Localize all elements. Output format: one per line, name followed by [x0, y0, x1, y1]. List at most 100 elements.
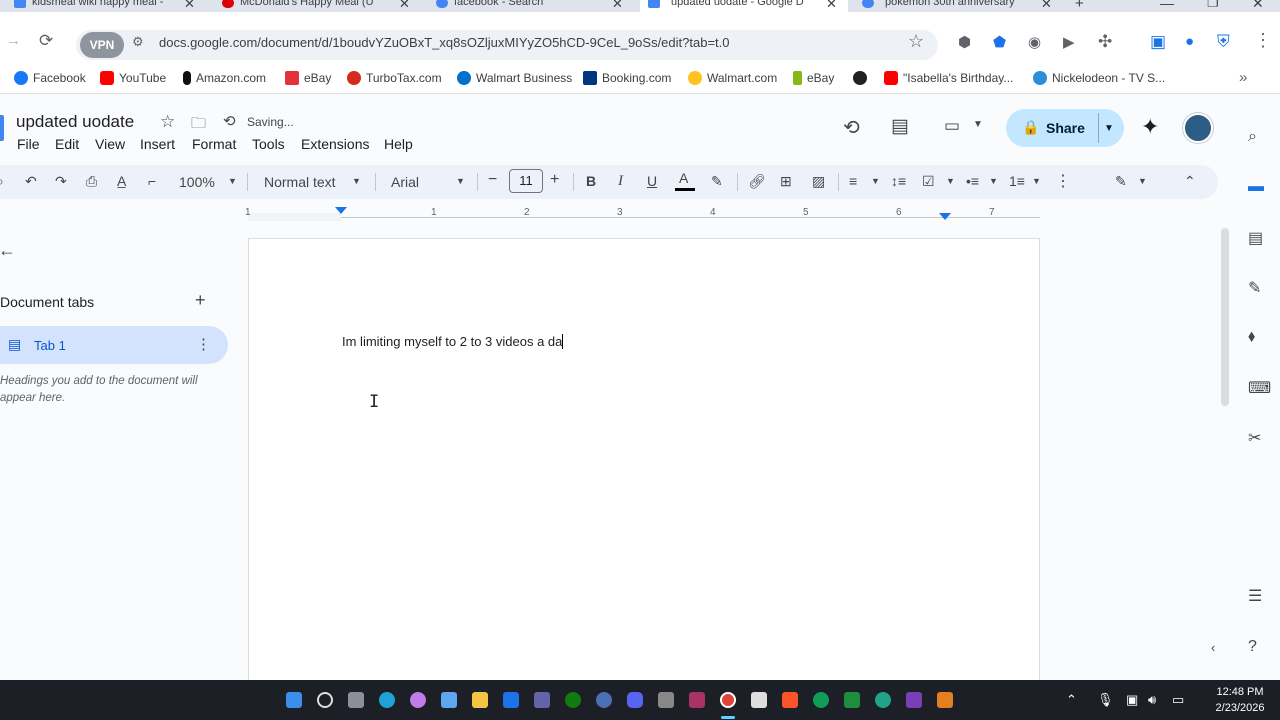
redo-icon[interactable]: ↷ [55, 173, 67, 190]
puzzle-icon[interactable]: ✣ [1098, 32, 1112, 52]
increase-font-size-icon[interactable]: + [550, 171, 559, 189]
share-button[interactable]: 🔒 Share ▼ [1006, 109, 1124, 147]
menu-help[interactable]: Help [384, 136, 413, 152]
app-icon[interactable] [937, 692, 953, 708]
chevron-down-icon[interactable]: ▼ [1104, 123, 1114, 134]
align-left-icon[interactable]: ≡ [849, 173, 857, 189]
app-icon[interactable] [906, 692, 922, 708]
discord-icon[interactable] [627, 692, 643, 708]
undo-icon[interactable]: ↶ [25, 173, 37, 190]
more-options-icon[interactable]: ⋮ [1055, 171, 1071, 191]
bookmark-item[interactable]: Nickelodeon - TV S... [1033, 71, 1165, 85]
close-icon[interactable]: ✕ [612, 0, 623, 12]
battery-icon[interactable]: ▭ [1172, 692, 1184, 708]
sliders-icon[interactable]: ☰ [1248, 586, 1262, 606]
link-icon[interactable]: 🔗︎ [748, 173, 766, 190]
app-icon[interactable] [689, 692, 705, 708]
line-spacing-icon[interactable]: ↕≡ [891, 173, 906, 189]
profile-icon[interactable]: ● [1185, 33, 1194, 50]
editing-mode-pencil-icon[interactable]: ✎ [1115, 173, 1127, 190]
highlight-pen-icon[interactable]: ✎ [711, 173, 723, 190]
underline-button[interactable]: U [647, 173, 657, 189]
move-folder-icon[interactable]: 🗀 [191, 113, 206, 138]
side-panel-icon[interactable]: ▣ [1150, 32, 1166, 52]
brave-icon[interactable] [782, 692, 798, 708]
numbered-list-icon[interactable]: 1≡ [1009, 173, 1025, 189]
tag-icon[interactable]: ⬧ [1248, 328, 1255, 346]
search-icon[interactable] [317, 692, 333, 708]
bookmark-item[interactable] [853, 71, 872, 85]
chevron-up-icon[interactable]: ⌃ [1066, 692, 1077, 708]
paragraph-style-select[interactable]: Normal text [264, 174, 336, 190]
search-menus-icon[interactable]: ⌕ [0, 173, 4, 190]
store-icon[interactable] [441, 692, 457, 708]
chevron-down-icon[interactable]: ▼ [1138, 176, 1147, 186]
bookmark-item[interactable]: eBay [285, 71, 331, 85]
bookmark-item[interactable]: Walmart.com [688, 71, 777, 85]
security-shield-icon[interactable]: ⛨ [1217, 32, 1230, 52]
menu-file[interactable]: File [17, 136, 40, 152]
chat-icon[interactable]: ▬ [1248, 178, 1264, 196]
taskbar-clock[interactable]: 12:48 PM 2/23/2026 [1205, 684, 1275, 716]
docs-logo-icon[interactable] [0, 115, 4, 141]
comments-icon[interactable]: ▤ [891, 115, 909, 138]
chrome-icon[interactable] [813, 692, 829, 708]
tasks-icon[interactable]: ✎ [1248, 278, 1261, 298]
new-tab-button[interactable]: + [1075, 0, 1084, 12]
copilot-icon[interactable] [410, 692, 426, 708]
close-icon[interactable]: ✕ [1041, 0, 1052, 12]
chrome-icon[interactable] [720, 692, 736, 708]
microphone-icon[interactable]: 🎙︎ [1097, 692, 1114, 708]
chevron-down-icon[interactable]: ▼ [228, 176, 237, 186]
edge-icon[interactable] [379, 692, 395, 708]
bookmark-item[interactable]: "Isabella's Birthday... [884, 71, 1013, 85]
app-icon[interactable] [596, 692, 612, 708]
browser-tab[interactable]: kidsmeal wiki happy meal - ✕ [8, 0, 208, 12]
file-explorer-icon[interactable] [472, 692, 488, 708]
restore-icon[interactable]: ❐ [1207, 0, 1219, 11]
add-tab-button[interactable]: + [195, 290, 206, 311]
extension-icon[interactable]: ◉ [1028, 33, 1041, 51]
menu-insert[interactable]: Insert [140, 136, 175, 152]
minimize-icon[interactable]: — [1160, 0, 1174, 11]
app-icon[interactable] [875, 692, 891, 708]
collapse-panel-chevron-icon[interactable]: ‹ [1211, 640, 1215, 655]
close-icon[interactable]: ✕ [399, 0, 410, 12]
chevron-down-icon[interactable]: ▼ [1032, 176, 1041, 186]
collapse-toolbar-icon[interactable]: ⌃ [1184, 173, 1196, 190]
tab-options-icon[interactable]: ⋮ [196, 335, 211, 353]
keep-notes-icon[interactable]: ▤ [1248, 228, 1263, 248]
browser-tab[interactable]: McDonald's Happy Meal (U ✕ [216, 0, 416, 12]
bookmark-item[interactable]: TurboTax.com [347, 71, 442, 85]
decrease-font-size-icon[interactable]: − [488, 171, 497, 189]
app-icon[interactable] [751, 692, 767, 708]
menu-edit[interactable]: Edit [55, 136, 79, 152]
explore-icon[interactable]: ⌕ [1248, 128, 1257, 146]
extension-icon[interactable]: ⬢ [958, 33, 971, 51]
sidebar-item-tab-1[interactable]: ▤ Tab 1 ⋮ [0, 326, 228, 364]
vpn-button[interactable]: VPN [80, 32, 124, 58]
font-size-input[interactable]: 11 [509, 169, 543, 193]
paint-format-icon[interactable]: ⌐ [148, 173, 156, 189]
media-icon[interactable]: ▶ [1063, 33, 1075, 51]
chevron-right-icon[interactable]: » [1239, 69, 1247, 86]
reload-icon[interactable]: ⟳ [39, 31, 53, 51]
browser-tab-active[interactable]: updated uodate - Google D ✕ [640, 0, 848, 12]
task-view-icon[interactable] [348, 692, 364, 708]
chevron-down-icon[interactable]: ▼ [456, 176, 465, 186]
xbox-icon[interactable] [565, 692, 581, 708]
browser-tab[interactable]: facebook - Search ✕ [430, 0, 630, 12]
avatar[interactable] [1183, 113, 1213, 143]
outlook-icon[interactable] [503, 692, 519, 708]
window-close-icon[interactable]: ✕ [1252, 0, 1264, 12]
print-icon[interactable]: ⎙ [86, 173, 97, 190]
text-color-button[interactable]: A [679, 170, 688, 186]
menu-tools[interactable]: Tools [252, 136, 285, 152]
bookmark-item[interactable]: Amazon.com [183, 71, 266, 85]
checklist-icon[interactable]: ☑ [922, 173, 935, 190]
menu-format[interactable]: Format [192, 136, 236, 152]
url-text[interactable]: docs.google.com/document/d/1boudvYZuOBxT… [159, 35, 730, 50]
back-arrow-icon[interactable]: ← [0, 240, 16, 261]
meet-video-icon[interactable]: ▭ [944, 116, 960, 136]
spellcheck-icon[interactable]: A̲ [117, 173, 126, 189]
